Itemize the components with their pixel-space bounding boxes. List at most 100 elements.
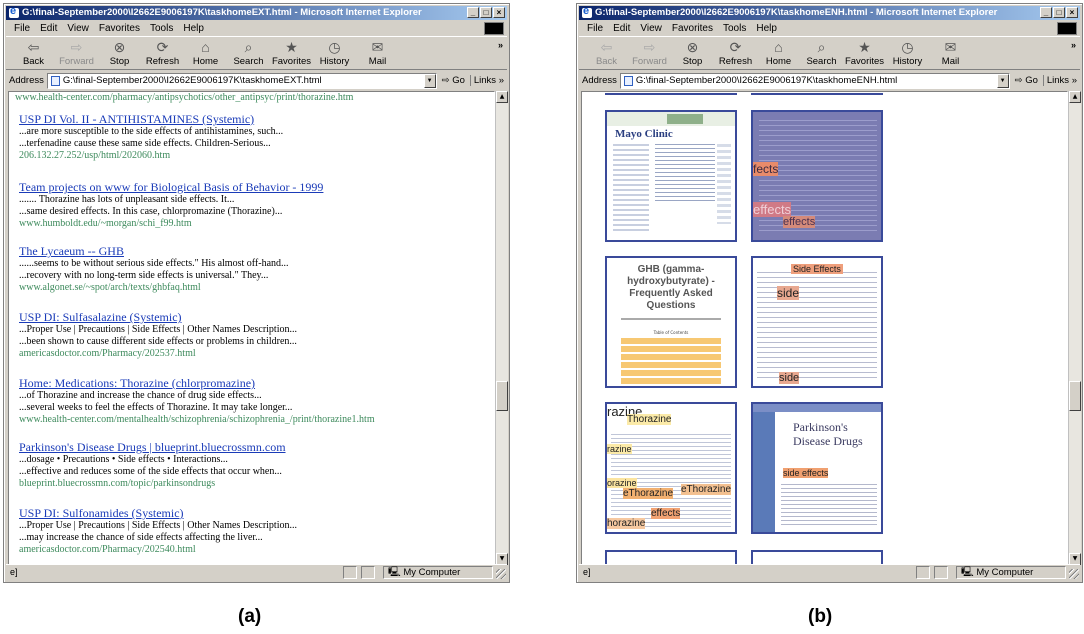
menu-tools[interactable]: Tools [150, 21, 173, 36]
result-title-link[interactable]: Home: Medications: Thorazine (chlorproma… [19, 376, 489, 390]
history-button[interactable]: ◷ History [886, 38, 929, 69]
highlight-word: side effects [783, 468, 829, 478]
thumbnail-title: Mayo Clinic [615, 128, 673, 140]
scroll-thumb[interactable] [496, 381, 508, 411]
search-button[interactable]: ⌕ Search [800, 38, 843, 69]
thumbnail-page[interactable]: fects effects effects [751, 110, 883, 242]
mail-icon: ✉ [944, 39, 957, 55]
result-title-link[interactable]: USP DI: Sulfasalazine (Systemic) [19, 310, 489, 324]
result-title-link[interactable]: USP DI: Sulfonamides (Systemic) [19, 506, 489, 520]
forward-button[interactable]: ⇨ Forward [55, 38, 98, 69]
result-url[interactable]: blueprint.bluecrossmn.com/topic/parkinso… [19, 478, 489, 490]
result-title-link[interactable]: The Lycaeum -- GHB [19, 244, 489, 258]
highlight-word: side [779, 372, 800, 384]
scroll-up-icon[interactable]: ▲ [1069, 91, 1081, 103]
minimize-button[interactable]: _ [467, 7, 479, 18]
result-title-link[interactable]: Team projects on www for Biological Basi… [19, 180, 489, 194]
menu-favorites[interactable]: Favorites [672, 21, 713, 36]
mail-button[interactable]: ✉ Mail [356, 38, 399, 69]
resize-grip[interactable] [1069, 569, 1079, 579]
highlight-word: Thorazine [627, 414, 672, 425]
address-dropdown-icon[interactable]: ▼ [423, 73, 436, 88]
menu-view[interactable]: View [640, 21, 662, 36]
favorites-button[interactable]: ★ Favorites [843, 38, 886, 69]
vertical-scrollbar[interactable]: ▲ ▼ [1068, 91, 1081, 565]
resize-grip[interactable] [496, 569, 506, 579]
result-url[interactable]: www.humboldt.edu/~morgan/schi_f99.htm [19, 218, 489, 230]
links-button[interactable]: Links » [1042, 75, 1080, 86]
thumbnail-page[interactable]: razine Thorazine razine orazine eThorazi… [605, 402, 737, 534]
back-button[interactable]: ⇦ Back [585, 38, 628, 69]
thumbnail-page[interactable]: Parkinson's Disease Drugs side effects [751, 402, 883, 534]
home-button[interactable]: ⌂ Home [184, 38, 227, 69]
toolbar-overflow-icon[interactable]: » [498, 40, 503, 50]
page-status-icon: e] [583, 567, 591, 577]
highlight-word: effects [753, 202, 792, 217]
result-url[interactable]: www.algonet.se/~spot/arch/texts/ghbfaq.h… [19, 282, 489, 294]
close-button[interactable]: × [1066, 7, 1078, 18]
go-button[interactable]: ⇨ Go [1013, 75, 1040, 86]
result-snippet: ......seems to be without serious side e… [19, 258, 289, 269]
history-button[interactable]: ◷ History [313, 38, 356, 69]
home-button[interactable]: ⌂ Home [757, 38, 800, 69]
thumbnail-page[interactable]: Mayo Clinic [605, 110, 737, 242]
thumbnail-page[interactable]: Side Effects side side [751, 256, 883, 388]
menu-favorites[interactable]: Favorites [99, 21, 140, 36]
forward-arrow-icon: ⇨ [643, 39, 656, 55]
scroll-up-icon[interactable]: ▲ [496, 91, 508, 103]
links-button[interactable]: Links » [469, 75, 507, 86]
result-url[interactable]: 206.132.27.252/usp/html/202060.htm [19, 150, 489, 162]
scroll-thumb[interactable] [1069, 381, 1081, 411]
result-snippet: ...of Thorazine and increase the chance … [19, 390, 262, 401]
address-input[interactable]: G:\final-September2000\I2662E9006197K\ta… [46, 72, 437, 89]
maximize-button[interactable]: □ [1053, 7, 1065, 18]
menu-edit[interactable]: Edit [613, 21, 630, 36]
result-url[interactable]: www.health-center.com/mentalhealth/schiz… [19, 414, 489, 426]
refresh-button[interactable]: ⟳ Refresh [141, 38, 184, 69]
menu-bar: File Edit View Favorites Tools Help [579, 21, 1080, 37]
search-button[interactable]: ⌕ Search [227, 38, 270, 69]
address-input[interactable]: G:\final-September2000\I2662E9006197K\ta… [619, 72, 1010, 89]
result-snippet: ...may increase the chance of side effec… [19, 532, 263, 543]
minimize-button[interactable]: _ [1040, 7, 1052, 18]
menu-edit[interactable]: Edit [40, 21, 57, 36]
menu-tools[interactable]: Tools [723, 21, 746, 36]
result-snippet: ...are more susceptible to the side effe… [19, 126, 284, 137]
menu-help[interactable]: Help [183, 21, 204, 36]
refresh-button[interactable]: ⟳ Refresh [714, 38, 757, 69]
stop-button[interactable]: ⊗ Stop [98, 38, 141, 69]
highlight-word: razine [607, 444, 632, 454]
result-url[interactable]: www.health-center.com/pharmacy/antipsych… [15, 92, 353, 103]
vertical-scrollbar[interactable]: ▲ ▼ [495, 91, 508, 565]
highlight-word: Side Effects [791, 264, 843, 274]
result-url[interactable]: americasdoctor.com/Pharmacy/202537.html [19, 348, 489, 360]
result-snippet: ...effective and reduces some of the sid… [19, 466, 282, 477]
thumbnail-title: GHB (gamma-hydroxybutyrate) - Frequently… [627, 264, 715, 311]
menu-file[interactable]: File [587, 21, 603, 36]
mail-button[interactable]: ✉ Mail [929, 38, 972, 69]
close-button[interactable]: × [493, 7, 505, 18]
back-button[interactable]: ⇦ Back [12, 38, 55, 69]
stop-button[interactable]: ⊗ Stop [671, 38, 714, 69]
result-snippet: ...several weeks to feel the effects of … [19, 402, 293, 413]
menu-bar: File Edit View Favorites Tools Help [6, 21, 507, 37]
menu-help[interactable]: Help [756, 21, 777, 36]
menu-file[interactable]: File [14, 21, 30, 36]
window-title: G:\final-September2000\I2662E9006197K\ta… [22, 7, 422, 18]
menu-view[interactable]: View [67, 21, 89, 36]
result-title-link[interactable]: USP DI Vol. II - ANTIHISTAMINES (Systemi… [19, 112, 489, 126]
home-icon: ⌂ [774, 39, 783, 55]
zone-indicator: 🖳 My Computer [383, 566, 493, 579]
forward-button[interactable]: ⇨ Forward [628, 38, 671, 69]
result-url[interactable]: americasdoctor.com/Pharmacy/202540.html [19, 544, 489, 556]
maximize-button[interactable]: □ [480, 7, 492, 18]
thumbnail-page[interactable]: GHB (gamma-hydroxybutyrate) - Frequently… [605, 256, 737, 388]
favorites-icon: ★ [285, 39, 298, 55]
favorites-button[interactable]: ★ Favorites [270, 38, 313, 69]
go-button[interactable]: ⇨ Go [440, 75, 467, 86]
result-title-link[interactable]: Parkinson's Disease Drugs | blueprint.bl… [19, 440, 489, 454]
toolbar-overflow-icon[interactable]: » [1071, 40, 1076, 50]
back-arrow-icon: ⇦ [27, 39, 40, 55]
address-dropdown-icon[interactable]: ▼ [996, 73, 1009, 88]
result-snippet: ...dosage • Precautions • Side effects •… [19, 454, 228, 465]
